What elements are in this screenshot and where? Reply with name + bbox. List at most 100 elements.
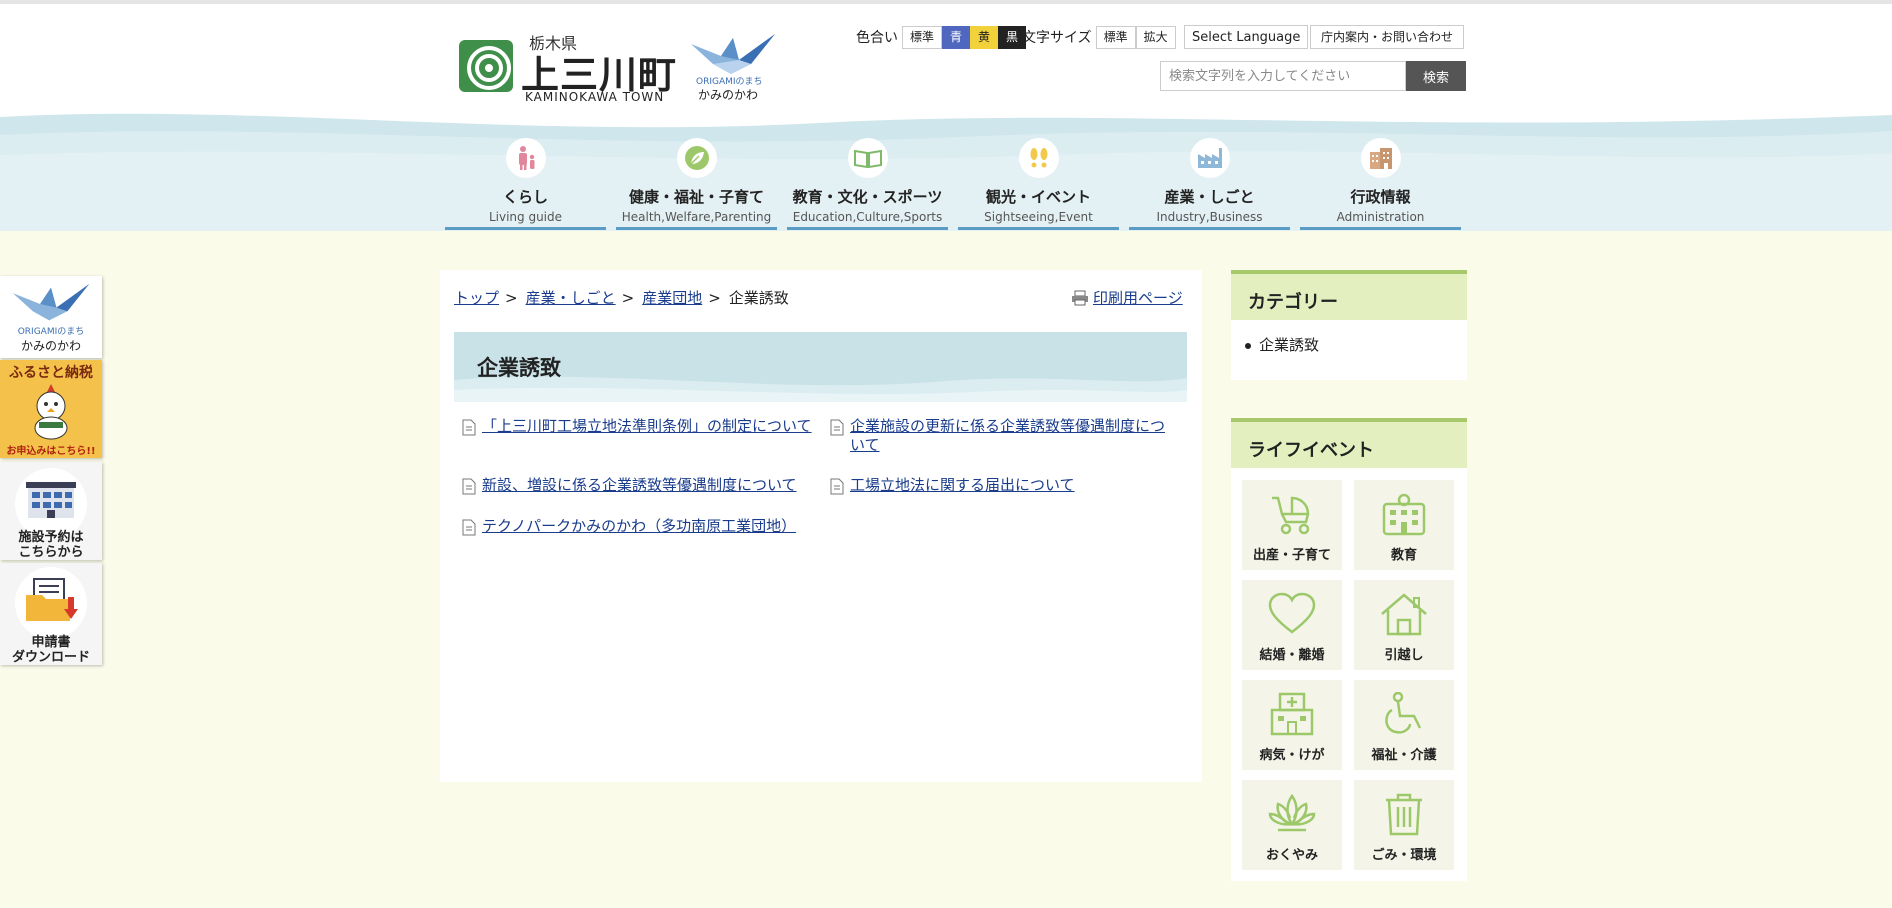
document-link[interactable]: 新設、増設に係る企業誘致等優遇制度について bbox=[482, 476, 797, 499]
town-roman-name: KAMINOKAWA TOWN bbox=[525, 90, 665, 104]
font-size-selector: 文字サイズ 標準 拡大 bbox=[1022, 25, 1176, 49]
house-icon bbox=[1381, 593, 1427, 636]
banner-furusato-sub: お申込みはこちら!! bbox=[6, 446, 96, 457]
print-page-link[interactable]: 印刷用ページ bbox=[1093, 287, 1183, 308]
life-events-heading: ライフイベント bbox=[1231, 418, 1467, 468]
origami-kana: かみのかわ bbox=[698, 88, 759, 102]
color-yellow-button[interactable]: 黄 bbox=[970, 25, 999, 49]
life-event-label: おくやみ bbox=[1265, 848, 1318, 863]
document-icon bbox=[462, 476, 482, 499]
origami-crane-icon bbox=[691, 34, 775, 74]
life-event-birth-childcare[interactable]: 出産・子育て bbox=[1242, 480, 1342, 570]
breadcrumb-link-industry[interactable]: 産業・しごと bbox=[526, 287, 616, 308]
banner-facility-reservation[interactable]: 施設予約は こちらから bbox=[0, 462, 102, 560]
breadcrumb-separator: > bbox=[505, 288, 518, 307]
title-wave-decoration bbox=[454, 376, 1187, 402]
banner-origami-town[interactable]: ORIGAMIのまち かみのかわ bbox=[0, 276, 102, 358]
contact-button[interactable]: 庁内案内・お問い合わせ bbox=[1310, 25, 1465, 49]
nav-item-education[interactable]: 教育・文化・スポーツ Education,Culture,Sports bbox=[787, 136, 948, 230]
document-link[interactable]: 企業施設の更新に係る企業誘致等優遇制度について bbox=[850, 417, 1180, 455]
site-header: 栃木県 上三川町 KAMINOKAWA TOWN ORIGAMIのまち かみのか… bbox=[0, 4, 1892, 231]
breadcrumb-link-industrial-park[interactable]: 産業団地 bbox=[642, 287, 702, 308]
nav-label-ja: 健康・福祉・子育て bbox=[628, 188, 764, 206]
list-item: 工場立地法に関する届出について bbox=[830, 476, 1180, 499]
global-navigation: くらし Living guide 健康・福祉・子育て Health,Welfar… bbox=[445, 136, 1471, 230]
document-link[interactable]: テクノパークかみのかわ（多功南原工業団地） bbox=[482, 517, 796, 540]
hospital-icon bbox=[1270, 692, 1314, 736]
category-item-label: 企業誘致 bbox=[1259, 336, 1320, 354]
breadcrumb: トップ > 産業・しごと > 産業団地 > 企業誘致 bbox=[454, 287, 789, 308]
nav-underline bbox=[1129, 227, 1290, 230]
life-event-label: 引越し bbox=[1384, 648, 1424, 663]
breadcrumb-separator: > bbox=[621, 288, 635, 307]
site-logo[interactable]: 栃木県 上三川町 KAMINOKAWA TOWN ORIGAMIのまち かみのか… bbox=[459, 30, 789, 104]
nav-item-administration[interactable]: 行政情報 Administration bbox=[1300, 136, 1461, 230]
banner-download-line2: ダウンロード bbox=[11, 650, 90, 665]
font-size-standard-button[interactable]: 標準 bbox=[1095, 25, 1136, 49]
building-icon bbox=[1360, 138, 1401, 178]
life-event-label: 病気・けが bbox=[1259, 748, 1325, 763]
life-event-illness-injury[interactable]: 病気・けが bbox=[1242, 680, 1342, 770]
nav-label-ja: 産業・しごと bbox=[1164, 188, 1255, 206]
category-heading: カテゴリー bbox=[1231, 270, 1467, 320]
print-page: 印刷用ページ bbox=[1071, 287, 1183, 308]
document-icon bbox=[830, 417, 850, 455]
nav-item-living[interactable]: くらし Living guide bbox=[445, 136, 606, 230]
nav-label-ja: 観光・イベント bbox=[985, 188, 1091, 206]
page-title-bar: 企業誘致 bbox=[454, 332, 1187, 402]
banner-furusato-tax[interactable]: ふるさと納税 お申込みはこちら!! bbox=[0, 360, 102, 458]
life-event-condolence[interactable]: おくやみ bbox=[1242, 780, 1342, 870]
nav-label-ja: 行政情報 bbox=[1350, 188, 1411, 206]
banner-origami-line1: ORIGAMIのまち bbox=[17, 327, 85, 337]
color-label: 色合い bbox=[856, 30, 898, 46]
wheelchair-icon bbox=[1385, 691, 1422, 734]
color-selector: 色合い 標準 青 黄 黒 bbox=[856, 25, 1027, 49]
nav-underline bbox=[445, 227, 606, 230]
life-event-garbage-environment[interactable]: ごみ・環境 bbox=[1354, 780, 1454, 870]
nav-label-en: Education,Culture,Sports bbox=[792, 210, 943, 224]
language-tool: Select Language bbox=[1184, 25, 1309, 49]
life-event-label: 結婚・離婚 bbox=[1259, 648, 1325, 663]
banner-origami-line2: かみのかわ bbox=[20, 339, 81, 353]
life-event-moving[interactable]: 引越し bbox=[1354, 580, 1454, 670]
lotus-icon bbox=[1268, 793, 1316, 832]
nav-item-industry[interactable]: 産業・しごと Industry,Business bbox=[1129, 136, 1290, 230]
select-language-button[interactable]: Select Language bbox=[1184, 25, 1309, 49]
life-event-label: 教育 bbox=[1390, 548, 1417, 563]
life-event-marriage-divorce[interactable]: 結婚・離婚 bbox=[1242, 580, 1342, 670]
town-emblem-icon bbox=[459, 40, 513, 92]
nav-label-en: Administration bbox=[1336, 210, 1425, 224]
nav-item-sightseeing[interactable]: 観光・イベント Sightseeing,Event bbox=[958, 136, 1119, 230]
site-search: 検索 bbox=[1160, 61, 1466, 91]
page-title: 企業誘致 bbox=[477, 356, 561, 380]
nav-label-en: Industry,Business bbox=[1156, 210, 1263, 224]
book-icon bbox=[847, 138, 888, 178]
nav-label-en: Living guide bbox=[488, 210, 563, 224]
breadcrumb-current: 企業誘致 bbox=[728, 289, 789, 307]
document-link[interactable]: 工場立地法に関する届出について bbox=[850, 476, 1075, 499]
banner-form-download[interactable]: 申請書 ダウンロード bbox=[0, 563, 102, 665]
search-input[interactable] bbox=[1160, 61, 1406, 91]
breadcrumb-link-top[interactable]: トップ bbox=[454, 287, 499, 308]
leaf-icon bbox=[676, 138, 717, 178]
life-event-label: 出産・子育て bbox=[1252, 548, 1331, 563]
list-item: 新設、増設に係る企業誘致等優遇制度について bbox=[462, 476, 812, 499]
life-events-panel: ライフイベント 出産・子育て 教育 結婚・離婚 引越し 病気・けが 福祉・介護 … bbox=[1231, 418, 1467, 881]
stroller-icon bbox=[1272, 496, 1310, 535]
list-item: テクノパークかみのかわ（多功南原工業団地） bbox=[462, 517, 812, 540]
nav-item-health[interactable]: 健康・福祉・子育て Health,Welfare,Parenting bbox=[616, 136, 777, 230]
document-icon bbox=[462, 417, 482, 440]
search-button[interactable]: 検索 bbox=[1406, 61, 1466, 91]
color-blue-button[interactable]: 青 bbox=[942, 25, 971, 49]
life-event-welfare-care[interactable]: 福祉・介護 bbox=[1354, 680, 1454, 770]
person-child-icon bbox=[505, 138, 546, 178]
font-size-large-button[interactable]: 拡大 bbox=[1135, 25, 1176, 49]
banner-furusato-title: ふるさと納税 bbox=[9, 365, 93, 381]
color-standard-button[interactable]: 標準 bbox=[902, 25, 943, 49]
nav-underline bbox=[616, 227, 777, 230]
nav-label-en: Health,Welfare,Parenting bbox=[621, 210, 772, 224]
category-item[interactable]: 企業誘致 bbox=[1231, 320, 1467, 355]
school-icon bbox=[1382, 493, 1426, 536]
document-link[interactable]: 「上三川町工場立地法準則条例」の制定について bbox=[482, 417, 812, 440]
life-event-education[interactable]: 教育 bbox=[1354, 480, 1454, 570]
